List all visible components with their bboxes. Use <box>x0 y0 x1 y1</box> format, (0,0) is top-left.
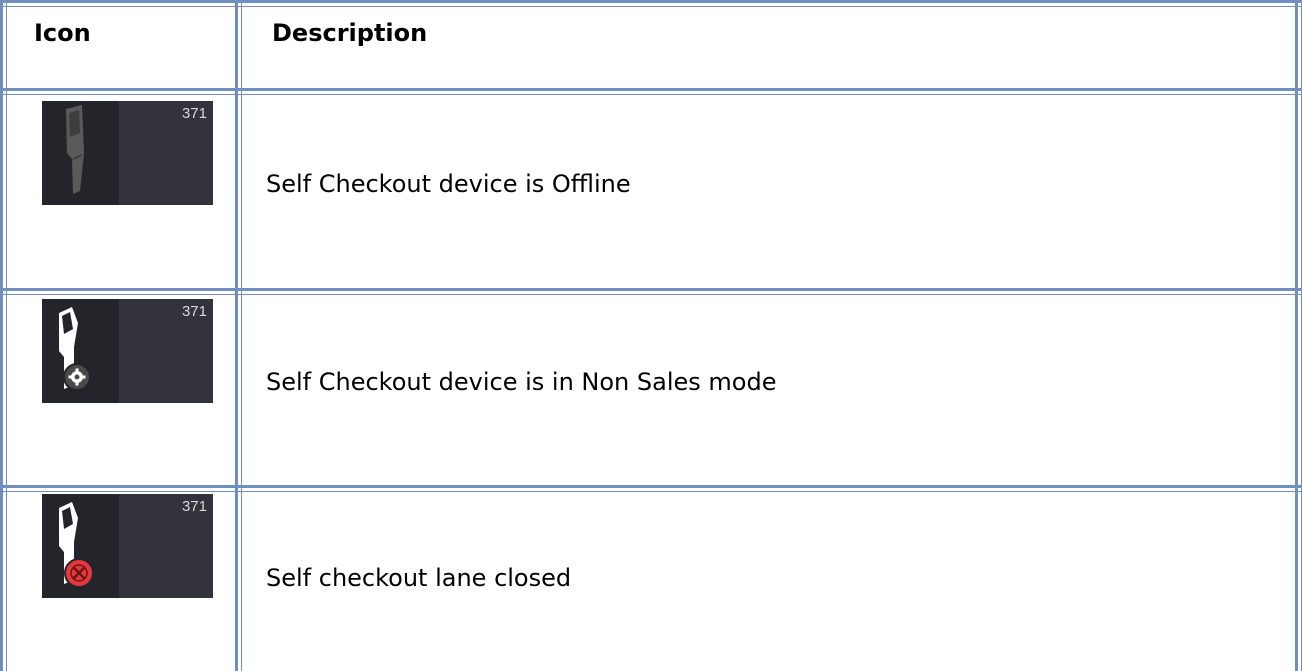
self-checkout-offline-icon <box>66 105 84 194</box>
status-icon-table: Icon Description 371 Self Checkout devic… <box>0 0 1302 671</box>
table-border-top <box>0 0 1302 7</box>
table-border-header <box>0 88 1302 95</box>
tile-number: 371 <box>181 105 207 122</box>
table-border-left <box>0 0 7 671</box>
row-description: Self Checkout device is Offline <box>266 170 631 198</box>
row-description: Self checkout lane closed <box>266 564 572 592</box>
table-border-row-1 <box>0 288 1302 295</box>
header-icon: Icon <box>34 19 91 47</box>
table-border-row-2 <box>0 485 1302 492</box>
self-checkout-non-sales-icon <box>59 307 91 391</box>
row-description: Self Checkout device is in Non Sales mod… <box>266 368 777 396</box>
table-border-middle <box>235 0 242 671</box>
table-row: 371 <box>42 494 213 598</box>
header-description: Description <box>272 19 428 47</box>
table-row: 371 <box>42 101 213 205</box>
table-row: 371 <box>42 299 213 403</box>
self-checkout-lane-closed-icon <box>59 502 94 588</box>
tile-number: 371 <box>181 498 207 515</box>
tile-number: 371 <box>181 303 207 320</box>
table-border-right <box>1295 0 1302 671</box>
